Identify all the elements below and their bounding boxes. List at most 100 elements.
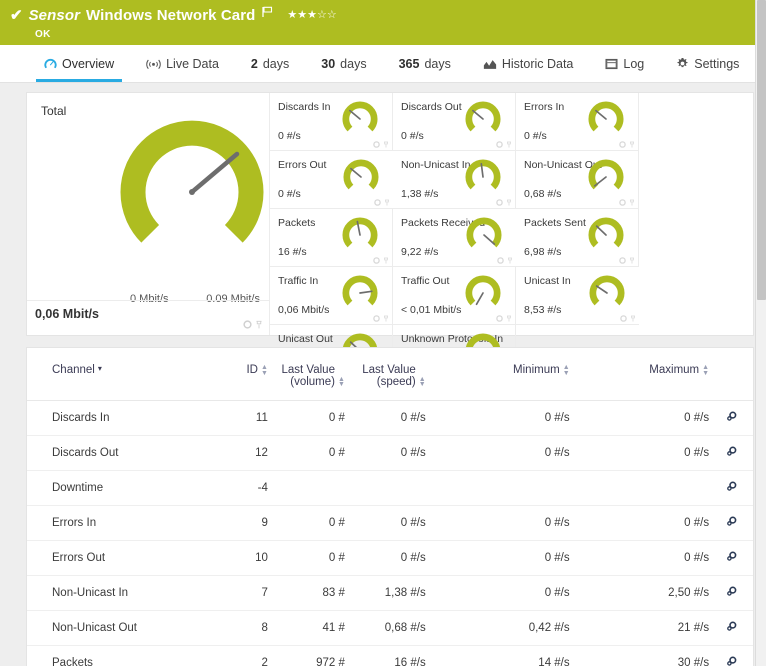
table-row[interactable]: Discards Out 12 0 # 0 #/s 0 #/s 0 #/s [27,436,753,471]
gear-icon[interactable] [619,199,626,206]
mini-gauge-title: Non-Unicast In [401,159,470,171]
gear-icon[interactable] [373,315,380,322]
tab-365-days[interactable]: 365 days [383,45,467,82]
pin-icon[interactable] [629,141,635,148]
gear-icon[interactable] [619,141,626,148]
tab-overview[interactable]: Overview [28,45,130,82]
table-row[interactable]: Errors In 9 0 # 0 #/s 0 #/s 0 #/s [27,506,753,541]
tab-log[interactable]: Log [589,45,660,82]
mini-gauge-packets[interactable]: Packets 16 #/s [270,209,393,267]
column-header-channel[interactable]: Channel ▾ [27,348,212,401]
channels-table-body: Discards In 11 0 # 0 #/s 0 #/s 0 #/s Dis… [27,401,753,666]
page-scrollbar[interactable] [755,0,766,666]
gear-icon[interactable] [619,257,626,264]
column-header-id[interactable]: ID ▲▼ [212,348,268,401]
mini-gauge-packets-received[interactable]: Packets Received 9,22 #/s [393,209,516,267]
total-gauge-actions[interactable] [243,320,263,329]
row-settings-button[interactable] [709,401,753,436]
pin-icon[interactable] [506,315,512,322]
row-settings-button[interactable] [709,471,753,506]
mini-gauge-actions[interactable] [496,315,512,322]
pin-icon[interactable] [255,320,263,329]
mini-gauge-discards-in[interactable]: Discards In 0 #/s [270,93,393,151]
gear-icon[interactable] [496,199,503,206]
mini-gauge-actions[interactable] [619,141,635,148]
pin-icon[interactable] [383,315,389,322]
cell-last-speed: 0 #/s [345,506,426,541]
mini-gauge-actions[interactable] [373,315,389,322]
priority-stars[interactable]: ★★★☆☆ [287,10,336,21]
table-row[interactable]: Non-Unicast Out 8 41 # 0,68 #/s 0,42 #/s… [27,611,753,646]
mini-gauge-non-unicast-out[interactable]: Non-Unicast Out 0,68 #/s [516,151,639,209]
tab-2-days[interactable]: 2 days [235,45,305,82]
gear-icon[interactable] [373,257,380,264]
gear-icon[interactable] [725,410,738,423]
pin-icon[interactable] [383,257,389,264]
mini-gauge-packets-sent[interactable]: Packets Sent 6,98 #/s [516,209,639,267]
pin-icon[interactable] [630,315,636,322]
pin-icon[interactable] [506,199,512,206]
row-settings-button[interactable] [709,541,753,576]
table-row[interactable]: Non-Unicast In 7 83 # 1,38 #/s 0 #/s 2,5… [27,576,753,611]
mini-gauge-actions[interactable] [497,257,513,264]
gear-icon[interactable] [725,515,738,528]
gear-icon[interactable] [725,620,738,633]
pin-icon[interactable] [629,257,635,264]
mini-gauge-actions[interactable] [496,199,512,206]
total-scale-max: 0.09 Mbit/s [206,293,260,305]
column-header-last-value-speed[interactable]: Last Value (speed) ▲▼ [345,348,426,401]
table-row[interactable]: Discards In 11 0 # 0 #/s 0 #/s 0 #/s [27,401,753,436]
mini-gauge-actions[interactable] [620,315,636,322]
pin-icon[interactable] [506,141,512,148]
mini-gauge-errors-out[interactable]: Errors Out 0 #/s [270,151,393,209]
gear-icon[interactable] [374,199,381,206]
table-row[interactable]: Packets 2 972 # 16 #/s 14 #/s 30 #/s [27,646,753,666]
gear-icon[interactable] [496,141,503,148]
mini-gauge-discards-out[interactable]: Discards Out 0 #/s [393,93,516,151]
pin-icon[interactable] [384,199,390,206]
flag-icon[interactable] [262,5,273,23]
mini-gauge-actions[interactable] [374,199,390,206]
column-label-minimum: Minimum [513,364,560,376]
pin-icon[interactable] [629,199,635,206]
gear-icon[interactable] [725,655,738,666]
mini-gauge-actions[interactable] [619,199,635,206]
column-header-last-value-volume[interactable]: Last Value (volume) ▲▼ [268,348,345,401]
mini-gauge-unicast-in[interactable]: Unicast In 8,53 #/s [516,267,639,325]
mini-gauge-non-unicast-in[interactable]: Non-Unicast In 1,38 #/s [393,151,516,209]
mini-gauge-errors-in[interactable]: Errors In 0 #/s [516,93,639,151]
gear-icon[interactable] [725,480,738,493]
row-settings-button[interactable] [709,436,753,471]
tab-settings[interactable]: Settings [660,45,755,82]
gear-icon[interactable] [373,141,380,148]
gear-icon[interactable] [243,320,252,329]
gear-icon[interactable] [725,445,738,458]
pin-icon[interactable] [383,141,389,148]
row-settings-button[interactable] [709,646,753,666]
mini-gauge-actions[interactable] [619,257,635,264]
log-icon [605,58,618,70]
tab-historic-data[interactable]: Historic Data [467,45,590,82]
table-row[interactable]: Errors Out 10 0 # 0 #/s 0 #/s 0 #/s [27,541,753,576]
mini-gauge-actions[interactable] [373,141,389,148]
table-row[interactable]: Downtime -4 [27,471,753,506]
mini-gauge-traffic-in[interactable]: Traffic In 0,06 Mbit/s [270,267,393,325]
scrollbar-thumb[interactable] [757,0,766,300]
row-settings-button[interactable] [709,576,753,611]
column-header-maximum[interactable]: Maximum ▲▼ [570,348,709,401]
gear-icon[interactable] [725,585,738,598]
gear-icon[interactable] [725,550,738,563]
tab-30-days[interactable]: 30 days [305,45,382,82]
row-settings-button[interactable] [709,611,753,646]
mini-gauge-actions[interactable] [373,257,389,264]
gear-icon[interactable] [496,315,503,322]
mini-gauge-actions[interactable] [496,141,512,148]
tab-live-data[interactable]: Live Data [130,45,235,82]
gear-icon[interactable] [497,257,504,264]
row-settings-button[interactable] [709,506,753,541]
pin-icon[interactable] [507,257,513,264]
column-header-minimum[interactable]: Minimum ▲▼ [426,348,570,401]
total-gauge [117,117,267,272]
gear-icon[interactable] [620,315,627,322]
mini-gauge-traffic-out[interactable]: Traffic Out < 0,01 Mbit/s [393,267,516,325]
